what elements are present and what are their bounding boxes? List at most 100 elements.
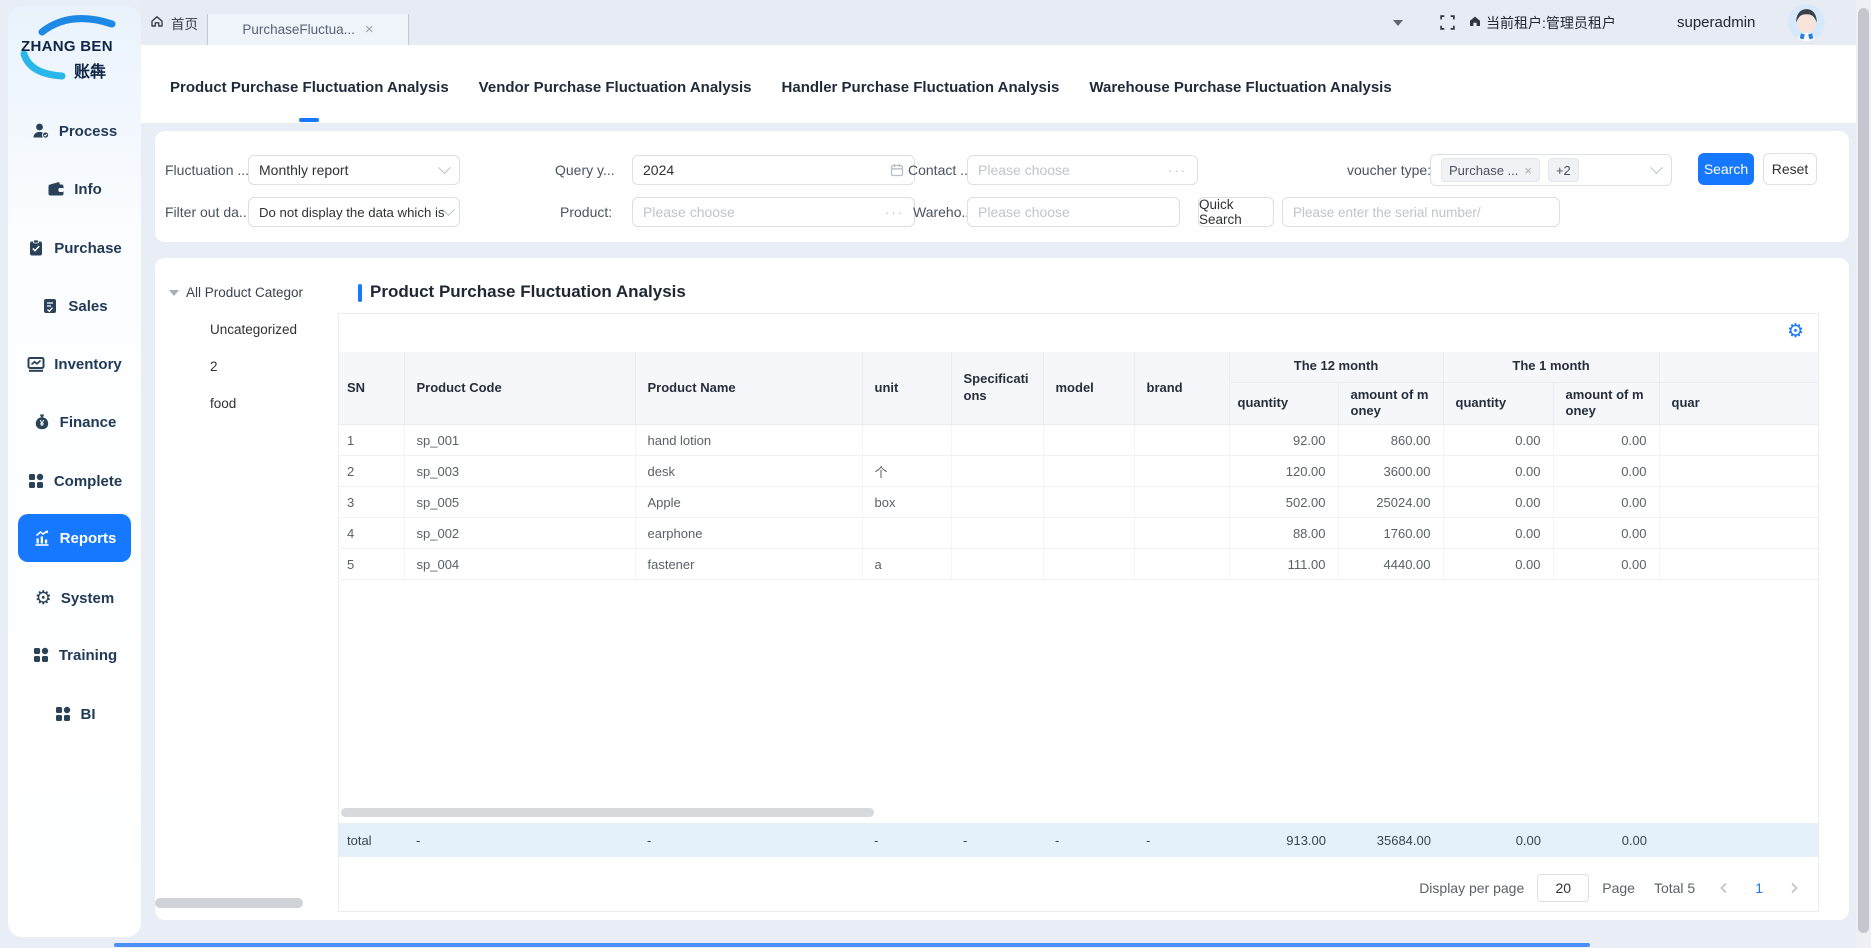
close-icon[interactable]: × <box>1524 164 1532 177</box>
tab-product-analysis[interactable]: Product Purchase Fluctuation Analysis <box>170 79 449 96</box>
tab-handler-analysis[interactable]: Handler Purchase Fluctuation Analysis <box>782 79 1060 96</box>
data-table-container: ⚙ SN Product Code Product Name unit Spec… <box>338 313 1819 912</box>
col-header-model[interactable]: model <box>1043 352 1134 425</box>
fullscreen-icon[interactable] <box>1439 14 1456 36</box>
sidebar-item-label: Training <box>59 647 117 664</box>
tab-warehouse-analysis[interactable]: Warehouse Purchase Fluctuation Analysis <box>1089 79 1391 96</box>
voucher-more-tag[interactable]: +2 <box>1548 158 1579 182</box>
voucher-type-select[interactable]: Purchase ... × +2 <box>1430 154 1672 186</box>
col-header-brand[interactable]: brand <box>1134 352 1229 425</box>
table-row[interactable]: 1sp_001hand lotion 92.00860.00 0.000.00 <box>339 425 1818 456</box>
tab-vendor-analysis[interactable]: Vendor Purchase Fluctuation Analysis <box>479 79 752 96</box>
subcol-12m-quantity[interactable]: quantity <box>1229 382 1338 425</box>
clipboard-list-icon <box>41 297 59 315</box>
warehouse-label: Wareho... <box>913 197 973 227</box>
open-page-tab[interactable]: PurchaseFluctua... × <box>207 14 409 45</box>
quick-search-button[interactable]: Quick Search <box>1198 197 1274 227</box>
chevron-down-icon <box>438 161 451 174</box>
sidebar-item-info[interactable]: Info <box>18 167 131 211</box>
tree-item-food[interactable]: food <box>210 396 236 411</box>
table-row[interactable]: 3sp_005Apple box 502.0025024.00 0.000.00 <box>339 487 1818 518</box>
table-horizontal-scrollbar[interactable] <box>341 808 874 817</box>
serial-number-input[interactable]: Please enter the serial number/ <box>1282 197 1560 227</box>
contact-input[interactable]: Please choose ··· <box>967 155 1198 185</box>
col-header-sn[interactable]: SN <box>339 352 404 425</box>
current-page-button[interactable]: 1 <box>1755 880 1763 896</box>
col-header-product-name[interactable]: Product Name <box>635 352 862 425</box>
col-header-specifications[interactable]: Specifications <box>951 352 1043 425</box>
sidebar-item-label: Reports <box>60 530 117 547</box>
filter-out-select[interactable]: Do not display the data which is 0 <box>248 197 460 227</box>
prev-page-icon[interactable] <box>1718 882 1730 894</box>
sidebar-item-label: BI <box>81 706 96 723</box>
serial-placeholder: Please enter the serial number/ <box>1293 205 1481 220</box>
window-horizontal-scrollbar[interactable] <box>155 898 303 908</box>
username[interactable]: superadmin <box>1677 0 1755 45</box>
voucher-more-label: +2 <box>1556 163 1571 178</box>
grid-icon <box>27 472 45 490</box>
product-input[interactable]: Please choose ··· <box>632 197 915 227</box>
sidebar-item-process[interactable]: Process <box>18 109 131 153</box>
group-header-1-month: The 1 month <box>1443 352 1659 382</box>
sidebar-item-inventory[interactable]: Inventory <box>18 342 131 386</box>
tenant-indicator[interactable]: 当前租户:管理员租户 <box>1468 0 1616 45</box>
contact-placeholder: Please choose <box>978 162 1070 178</box>
svg-text:¥: ¥ <box>39 419 44 428</box>
bottom-blue-scrollbar[interactable] <box>114 943 1590 947</box>
product-placeholder: Please choose <box>643 204 735 220</box>
window-vertical-scrollbar[interactable] <box>1858 8 1869 933</box>
subcol-1m-amount[interactable]: amount of money <box>1553 382 1659 425</box>
tree-item-2[interactable]: 2 <box>210 359 218 374</box>
sidebar-item-finance[interactable]: ¥ Finance <box>18 400 131 444</box>
avatar[interactable] <box>1788 4 1825 41</box>
fluctuation-select[interactable]: Monthly report <box>248 155 460 185</box>
sidebar-item-sales[interactable]: Sales <box>18 284 131 328</box>
topbar: 首页 PurchaseFluctua... × 当前租户:管理员租户 super… <box>141 0 1856 45</box>
reset-button[interactable]: Reset <box>1763 153 1817 185</box>
subcol-1m-quantity[interactable]: quantity <box>1443 382 1553 425</box>
sidebar-item-training[interactable]: Training <box>18 633 131 677</box>
tree-item-uncategorized[interactable]: Uncategorized <box>210 322 297 337</box>
sidebar-item-label: Complete <box>54 473 122 490</box>
table-row[interactable]: 4sp_002earphone 88.001760.00 0.000.00 <box>339 518 1818 549</box>
sidebar-item-reports[interactable]: Reports <box>18 514 131 562</box>
tree-root-all-product-category[interactable]: All Product Categor <box>169 285 303 300</box>
sidebar-item-system[interactable]: ⚙ System <box>18 576 131 620</box>
col-header-unit[interactable]: unit <box>862 352 951 425</box>
next-page-icon[interactable] <box>1788 882 1800 894</box>
page-size-input[interactable]: 20 <box>1537 874 1589 902</box>
bar-chart-arrow-icon <box>33 529 51 547</box>
search-button[interactable]: Search <box>1698 153 1754 185</box>
sidebar-item-complete[interactable]: Complete <box>18 459 131 503</box>
subcol-clipped[interactable]: quar <box>1659 382 1818 425</box>
grid-icon <box>54 705 72 723</box>
sidebar-item-label: Purchase <box>54 240 122 257</box>
sidebar-item-purchase[interactable]: Purchase <box>18 226 131 270</box>
total-dash: - <box>635 833 862 848</box>
query-year-input[interactable]: 2024 <box>632 155 915 185</box>
total-dash: - <box>951 833 1043 848</box>
logo-text-cn: 账犇 <box>74 58 106 82</box>
settings-icon[interactable]: ⚙ <box>1787 322 1804 341</box>
calendar-icon <box>890 163 904 177</box>
subcol-12m-amount[interactable]: amount of money <box>1338 382 1443 425</box>
sidebar-item-bi[interactable]: BI <box>18 692 131 736</box>
home-breadcrumb[interactable]: 首页 <box>149 0 198 45</box>
query-year-label: Query y... <box>555 155 615 185</box>
sidebar-item-label: Finance <box>60 414 117 431</box>
query-year-value: 2024 <box>643 162 674 178</box>
table-row[interactable]: 5sp_004fastener a 111.004440.00 0.000.00 <box>339 549 1818 580</box>
voucher-tag[interactable]: Purchase ... × <box>1441 158 1540 182</box>
tree-caret-icon[interactable] <box>169 290 179 296</box>
filter-out-label: Filter out da... <box>165 197 251 227</box>
table-row[interactable]: 2sp_003desk 个 120.003600.00 0.000.00 <box>339 456 1818 487</box>
close-icon[interactable]: × <box>365 22 374 37</box>
home-label: 首页 <box>171 13 198 33</box>
person-check-icon <box>32 122 50 140</box>
sidebar-item-label: Info <box>74 181 102 198</box>
chevron-down-icon[interactable] <box>1393 20 1403 26</box>
col-header-product-code[interactable]: Product Code <box>404 352 635 425</box>
app-logo[interactable]: ZHANG BEN 账犇 <box>8 14 141 86</box>
warehouse-input[interactable]: Please choose <box>967 197 1180 227</box>
page-label: Page <box>1602 880 1635 896</box>
